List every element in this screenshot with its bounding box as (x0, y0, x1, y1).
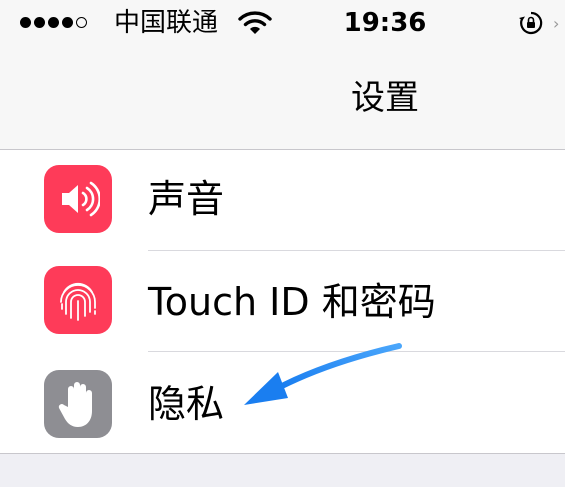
status-bar: 中国联通 19:36 › (0, 0, 565, 46)
speaker-icon (44, 165, 112, 233)
battery-icon: › (553, 14, 560, 33)
page-title: 设置 (351, 78, 419, 118)
ios-settings-screen: 中国联通 19:36 › 设置 声音 Touch ID 和密码 隐私 (0, 0, 565, 487)
settings-item-touch-id[interactable]: Touch ID 和密码 (0, 251, 565, 352)
settings-item-privacy[interactable]: 隐私 (0, 352, 565, 453)
settings-list: 声音 Touch ID 和密码 隐私 (0, 150, 565, 454)
rotation-lock-icon (518, 10, 544, 40)
navigation-bar: 设置 (0, 46, 565, 150)
settings-item-sounds[interactable]: 声音 (0, 150, 565, 251)
settings-item-label: 隐私 (148, 382, 225, 426)
clock-time: 19:36 (343, 8, 427, 38)
hand-icon (44, 370, 112, 438)
settings-item-label: 声音 (148, 177, 225, 221)
group-spacer (0, 454, 565, 487)
settings-item-label: Touch ID 和密码 (148, 280, 436, 324)
fingerprint-icon (44, 266, 112, 334)
